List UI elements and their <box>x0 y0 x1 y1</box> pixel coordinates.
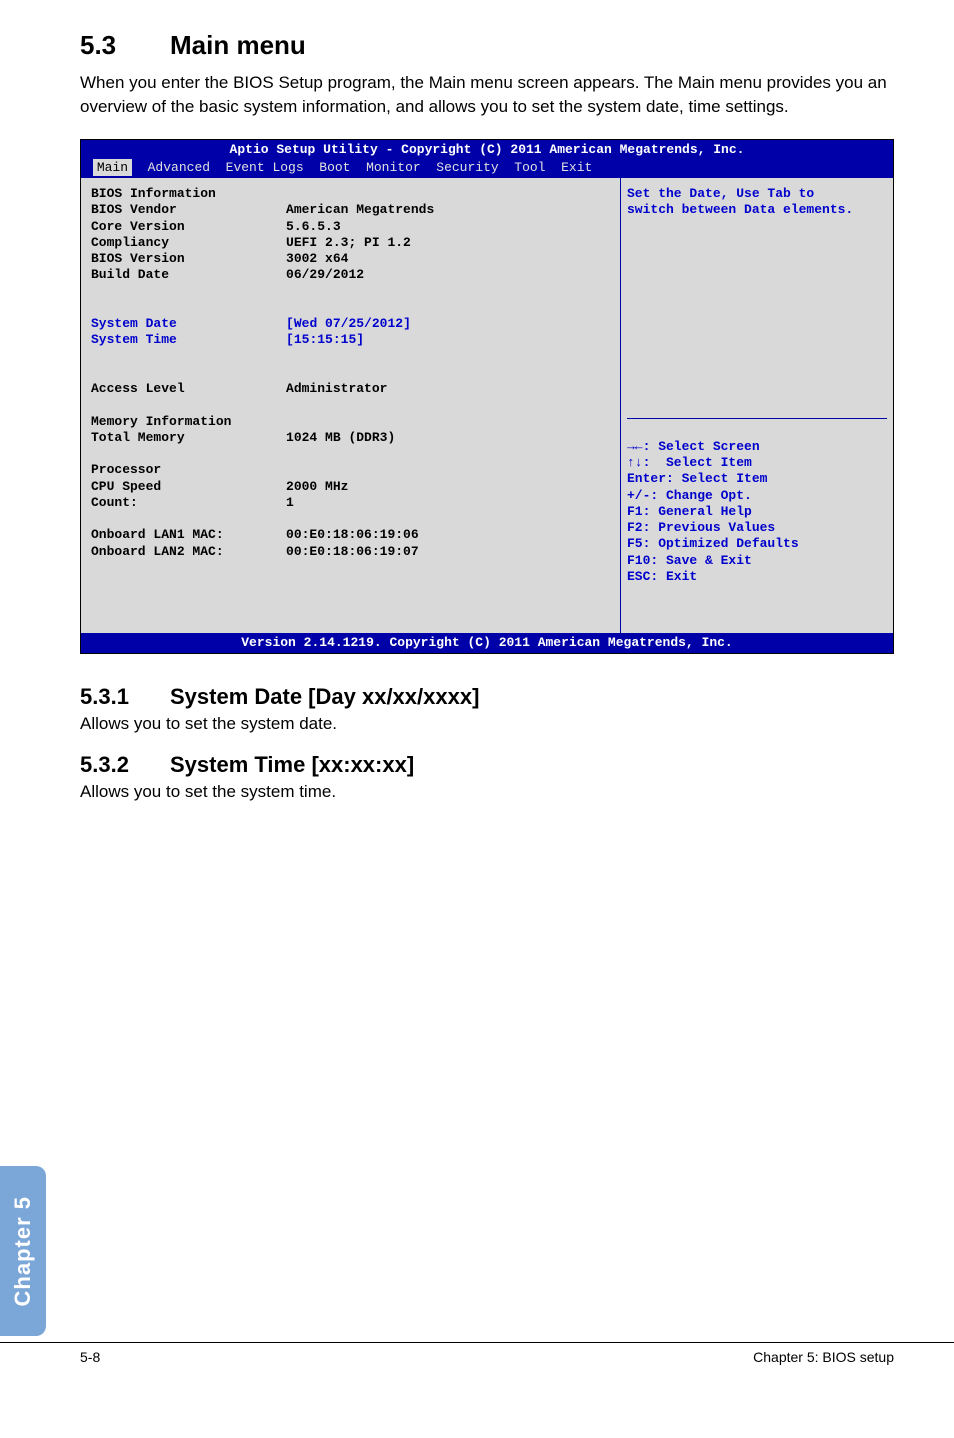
section-number: 5.3 <box>80 30 170 61</box>
bios-line: Memory Information <box>91 414 231 429</box>
bios-system-time-value: [15:15:15] <box>177 332 364 347</box>
bios-titlebar: Aptio Setup Utility - Copyright (C) 2011… <box>81 140 893 160</box>
bios-nav-line: F2: Previous Values <box>627 520 775 535</box>
bios-nav-line: F1: General Help <box>627 504 752 519</box>
page-footer: 5-8 Chapter 5: BIOS setup <box>0 1342 954 1379</box>
bios-help-panel: Set the Date, Use Tab to switch between … <box>620 178 893 633</box>
subsection-number: 5.3.2 <box>80 752 170 778</box>
bios-line: Build Date 06/29/2012 <box>91 267 364 282</box>
bios-line: BIOS Vendor American Megatrends <box>91 202 434 217</box>
bios-line: Access Level Administrator <box>91 381 387 396</box>
bios-line: Processor <box>91 462 161 477</box>
bios-nav-line: ESC: Exit <box>627 569 697 584</box>
bios-line: BIOS Information <box>91 186 216 201</box>
subsection-heading-2: 5.3.2System Time [xx:xx:xx] <box>80 752 894 778</box>
bios-nav-line: F5: Optimized Defaults <box>627 536 799 551</box>
intro-paragraph: When you enter the BIOS Setup program, t… <box>80 71 894 119</box>
subsection-text-1: Allows you to set the system date. <box>80 714 894 734</box>
page-number: 5-8 <box>80 1349 100 1365</box>
bios-line: BIOS Version 3002 x64 <box>91 251 348 266</box>
bios-help-line: Set the Date, Use Tab to <box>627 186 814 201</box>
bios-menu-rest: Advanced Event Logs Boot Monitor Securit… <box>132 160 592 175</box>
bios-nav-line: +/-: Change Opt. <box>627 488 752 503</box>
bios-nav-line: →←: Select Screen <box>627 439 760 454</box>
bios-line: Onboard LAN2 MAC: 00:E0:18:06:19:07 <box>91 544 419 559</box>
bios-system-date-value: [Wed 07/25/2012] <box>177 316 411 331</box>
bios-screenshot: Aptio Setup Utility - Copyright (C) 2011… <box>80 139 894 655</box>
bios-system-time-label: System Time <box>91 332 177 347</box>
bios-line: Onboard LAN1 MAC: 00:E0:18:06:19:06 <box>91 527 419 542</box>
bios-line: Count: 1 <box>91 495 294 510</box>
bios-help-line: switch between Data elements. <box>627 202 853 217</box>
bios-menubar: Main Advanced Event Logs Boot Monitor Se… <box>81 160 893 178</box>
chapter-side-tab: Chapter 5 <box>0 1166 46 1336</box>
bios-footer: Version 2.14.1219. Copyright (C) 2011 Am… <box>81 633 893 653</box>
subsection-heading-1: 5.3.1System Date [Day xx/xx/xxxx] <box>80 684 894 710</box>
bios-line: Total Memory 1024 MB (DDR3) <box>91 430 395 445</box>
bios-nav-line: F10: Save & Exit <box>627 553 752 568</box>
subsection-title: System Time [xx:xx:xx] <box>170 752 414 777</box>
bios-nav-line: Enter: Select Item <box>627 471 767 486</box>
subsection-text-2: Allows you to set the system time. <box>80 782 894 802</box>
bios-main-panel: BIOS Information BIOS Vendor American Me… <box>81 178 620 633</box>
bios-menu-main: Main <box>93 159 132 176</box>
bios-system-date-label: System Date <box>91 316 177 331</box>
section-heading: 5.3Main menu <box>80 30 894 61</box>
bios-line: Core Version 5.6.5.3 <box>91 219 341 234</box>
bios-line: Compliancy UEFI 2.3; PI 1.2 <box>91 235 411 250</box>
section-title-text: Main menu <box>170 30 306 60</box>
subsection-title: System Date [Day xx/xx/xxxx] <box>170 684 479 709</box>
bios-nav-line: ↑↓: Select Item <box>627 455 752 470</box>
subsection-number: 5.3.1 <box>80 684 170 710</box>
page-footer-title: Chapter 5: BIOS setup <box>753 1349 894 1365</box>
bios-help-divider <box>627 418 887 419</box>
bios-line: CPU Speed 2000 MHz <box>91 479 348 494</box>
chapter-side-tab-label: Chapter 5 <box>10 1196 36 1306</box>
